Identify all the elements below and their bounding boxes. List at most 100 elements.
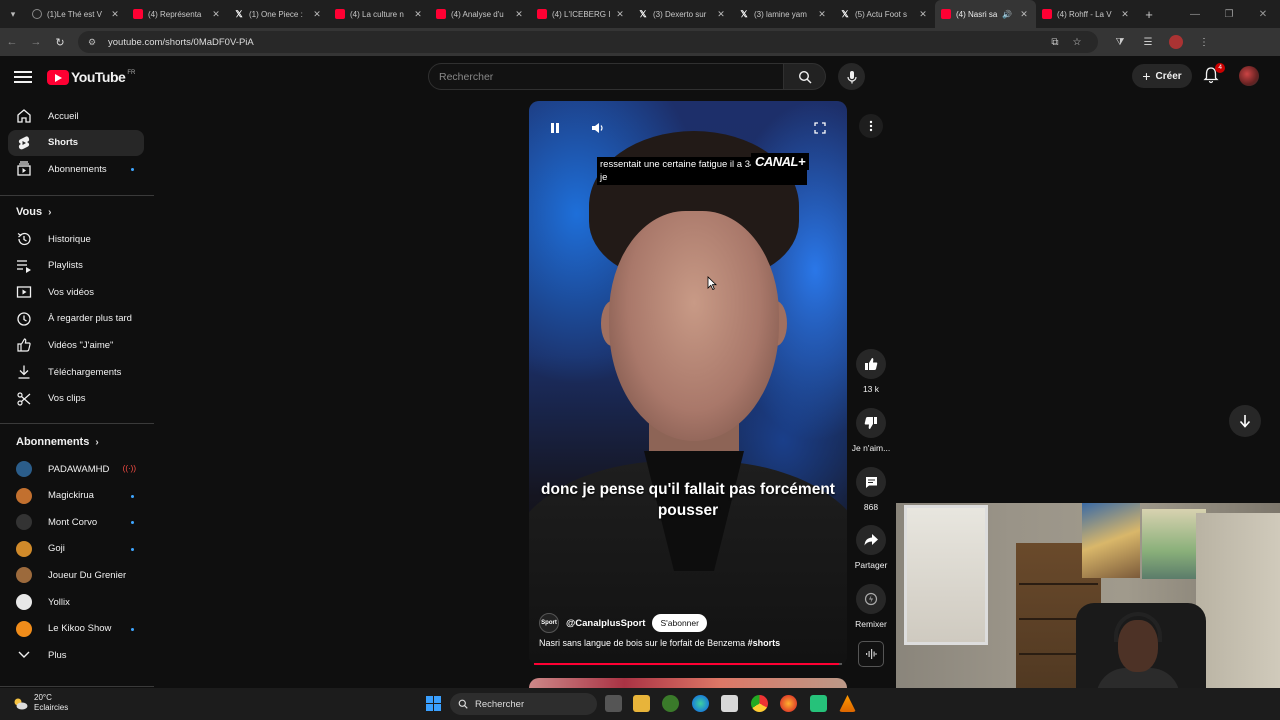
subscribe-button[interactable]: S'abonner <box>652 614 707 632</box>
account-avatar[interactable] <box>1239 66 1259 86</box>
remix-button[interactable] <box>856 584 886 614</box>
sidebar-item-subscriptions[interactable]: Abonnements <box>8 156 144 182</box>
gaming-app-icon[interactable] <box>810 695 827 712</box>
progress-bar[interactable] <box>534 663 842 665</box>
browser-tab[interactable]: (4) Nasri sa 🔊 ✕ <box>935 0 1036 28</box>
browser-tab[interactable]: (4) Représenta ✕ <box>127 0 228 28</box>
fullscreen-button[interactable] <box>812 120 828 136</box>
remix-icon <box>864 592 878 606</box>
browser-tab[interactable]: 𝕏 (3) lamine yam ✕ <box>733 0 834 28</box>
browser-tab[interactable]: (4) Rohff - La V ✕ <box>1036 0 1137 28</box>
voice-search-button[interactable] <box>838 63 865 90</box>
youtube-favicon-icon <box>537 9 547 19</box>
file-explorer-icon[interactable] <box>633 695 650 712</box>
new-tab-button[interactable]: + <box>1137 7 1161 22</box>
sidebar-item-downloads[interactable]: Téléchargements <box>8 359 144 385</box>
search-input[interactable]: Rechercher <box>428 63 784 90</box>
browser-menu-icon[interactable]: ⋮ <box>1190 37 1218 48</box>
sidebar-channel[interactable]: PADAWAMHD ((·)) <box>8 456 144 482</box>
tab-close-icon[interactable]: ✕ <box>614 9 626 20</box>
sidebar-item-watch-later[interactable]: À regarder plus tard <box>8 306 144 332</box>
edge-browser-icon[interactable] <box>692 695 709 712</box>
weather-widget[interactable]: 20°C Eclaircies <box>12 693 68 713</box>
browser-tab[interactable]: (4) La culture n ✕ <box>329 0 430 28</box>
vlc-icon[interactable] <box>839 695 856 712</box>
volume-button[interactable] <box>590 120 606 136</box>
url-text: youtube.com/shorts/0MaDF0V-PiA <box>108 36 254 48</box>
guide-menu-icon[interactable] <box>14 68 32 86</box>
taskbar-search[interactable]: Rechercher <box>450 693 597 715</box>
browser-tab[interactable]: 𝕏 (3) Dexerto sur ✕ <box>632 0 733 28</box>
tab-close-icon[interactable]: ✕ <box>715 9 727 20</box>
tab-close-icon[interactable]: ✕ <box>917 9 929 20</box>
youtube-logo[interactable]: YouTube FR <box>47 69 135 85</box>
pause-button[interactable] <box>547 120 563 136</box>
sidebar-channel[interactable]: Goji <box>8 536 144 562</box>
tab-close-icon[interactable]: ✕ <box>1018 9 1030 20</box>
create-button[interactable]: + Créer <box>1132 64 1192 88</box>
sidebar-channel[interactable]: Magickirua <box>8 483 144 509</box>
channel-avatar[interactable]: Sport <box>539 613 559 633</box>
tab-close-icon[interactable]: ✕ <box>210 9 222 20</box>
reading-list-icon[interactable]: ☰ <box>1134 37 1162 48</box>
share-button[interactable] <box>856 525 886 555</box>
tab-close-icon[interactable]: ✕ <box>816 9 828 20</box>
chrome-browser-icon[interactable] <box>751 695 768 712</box>
profile-avatar[interactable] <box>1169 35 1183 49</box>
browser-tab[interactable]: 𝕏 (5) Actu Foot s ✕ <box>834 0 935 28</box>
comments-button[interactable] <box>856 467 886 497</box>
windows-start-button[interactable] <box>426 696 441 711</box>
you-section-header[interactable]: Vous › <box>16 206 51 218</box>
firefox-browser-icon[interactable] <box>780 695 797 712</box>
browser-tab[interactable]: 𝕏 (1) One Piece : ✕ <box>228 0 329 28</box>
channel-name[interactable]: @CanalplusSport <box>566 618 645 629</box>
show-more-button[interactable]: Plus <box>8 642 144 668</box>
tab-close-icon[interactable]: ✕ <box>412 9 424 20</box>
reload-button[interactable]: ↻ <box>48 36 72 49</box>
notifications-button[interactable]: 4 <box>1202 63 1225 86</box>
sidebar-item-liked[interactable]: Vidéos "J'aime" <box>8 332 144 358</box>
sidebar-channel[interactable]: Le Kikoo Show <box>8 616 144 642</box>
tab-close-icon[interactable]: ✕ <box>1119 9 1131 20</box>
task-view-icon[interactable] <box>605 695 622 712</box>
next-video-button[interactable] <box>1229 405 1261 437</box>
forward-button[interactable]: → <box>24 36 48 48</box>
back-button[interactable]: ← <box>0 36 24 48</box>
sidebar-item-history[interactable]: Historique <box>8 226 144 252</box>
microsoft-store-icon[interactable] <box>721 695 738 712</box>
tab-audio-icon[interactable]: 🔊 <box>1002 10 1012 19</box>
tab-close-icon[interactable]: ✕ <box>109 9 121 20</box>
extensions-icon[interactable]: ⧩ <box>1106 37 1134 48</box>
video-title[interactable]: Nasri sans langue de bois sur le forfait… <box>539 638 780 648</box>
browser-tab[interactable]: (1)Le Thé est V ✕ <box>26 0 127 28</box>
like-button[interactable] <box>856 349 886 379</box>
browser-tab[interactable]: (4) Analyse d'u ✕ <box>430 0 531 28</box>
tab-close-icon[interactable]: ✕ <box>311 9 323 20</box>
install-app-icon[interactable]: ⧉ <box>1044 37 1066 48</box>
nvidia-icon[interactable] <box>662 695 679 712</box>
sidebar-channel[interactable]: Yollix <box>8 589 144 615</box>
close-window-button[interactable]: ✕ <box>1246 9 1280 20</box>
url-field[interactable]: ⚙ youtube.com/shorts/0MaDF0V-PiA ⧉ ☆ <box>78 31 1098 53</box>
sidebar-item-shorts[interactable]: Shorts <box>8 129 144 156</box>
site-info-icon[interactable]: ⚙ <box>88 37 102 48</box>
browser-tab[interactable]: (4) L'ICEBERG I ✕ <box>531 0 632 28</box>
search-button[interactable] <box>784 63 826 90</box>
sidebar-channel[interactable]: Mont Corvo <box>8 509 144 535</box>
subscriptions-section-header[interactable]: Abonnements › <box>16 436 99 448</box>
original-sound-button[interactable] <box>858 641 884 667</box>
sidebar-item-playlists[interactable]: Playlists <box>8 253 144 279</box>
dislike-button[interactable] <box>856 408 886 438</box>
maximize-button[interactable]: ❐ <box>1212 9 1246 20</box>
shorts-player[interactable]: ressentait une certaine fatigue il a 34 … <box>529 101 847 666</box>
more-options-button[interactable] <box>859 114 883 138</box>
sidebar-channel[interactable]: Joueur Du Grenier <box>8 562 144 588</box>
hashtag-link[interactable]: #shorts <box>748 638 781 648</box>
sidebar-item-home[interactable]: Accueil <box>8 103 144 129</box>
bookmark-star-icon[interactable]: ☆ <box>1066 37 1088 48</box>
minimize-button[interactable]: — <box>1178 9 1212 20</box>
tab-close-icon[interactable]: ✕ <box>513 9 525 20</box>
sidebar-item-your-videos[interactable]: Vos vidéos <box>8 279 144 305</box>
sidebar-item-clips[interactable]: Vos clips <box>8 386 144 412</box>
tab-search-button[interactable]: ▾ <box>0 0 26 28</box>
